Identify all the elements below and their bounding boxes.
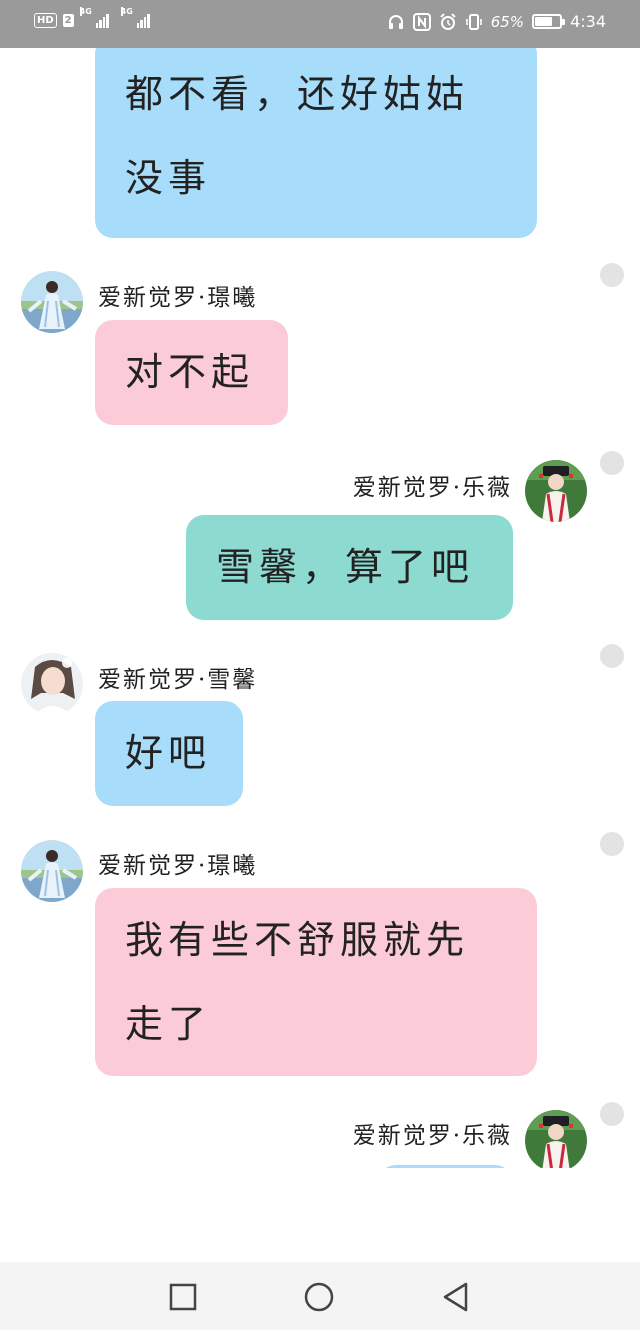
status-dot <box>600 263 624 287</box>
chat-message-list[interactable]: 都不看，还好姑姑 没事 爱新觉罗·璟曦 对不起 爱新觉罗·乐薇 雪馨，算了吧 爱… <box>0 48 640 1262</box>
back-triangle-icon <box>443 1282 468 1312</box>
status-dot <box>600 832 624 856</box>
message-text-line: 没事 <box>125 156 212 200</box>
recent-apps-button[interactable] <box>168 1282 198 1312</box>
battery-icon <box>532 14 566 29</box>
status-bar-right: 65% 4:34 <box>387 12 606 31</box>
nfc-icon <box>412 12 431 31</box>
back-button[interactable] <box>441 1282 471 1312</box>
status-bar: HD 2 4G 4G 65% 4:34 <box>0 0 640 48</box>
hd-badge: HD <box>34 12 57 28</box>
hanfu-woman-avatar-icon <box>21 271 83 333</box>
sim-number: 2 <box>62 13 74 27</box>
sender-name: 爱新觉罗·雪馨 <box>98 667 258 693</box>
message-bubble[interactable]: 我有些不舒服就先 走了 <box>95 888 537 1076</box>
avatar[interactable] <box>21 653 83 715</box>
message-bubble[interactable]: 都不看，还好姑姑 没事 <box>95 48 537 238</box>
square-icon <box>169 1283 197 1311</box>
status-dot <box>600 1102 624 1126</box>
message-bubble[interactable]: 对不起 <box>95 320 288 425</box>
sender-name: 爱新觉罗·乐薇 <box>352 1123 512 1149</box>
hanfu-woman-avatar-icon <box>21 840 83 902</box>
chat-bottom-mask <box>0 1168 640 1262</box>
message-bubble[interactable]: 好吧 <box>95 701 243 806</box>
home-button[interactable] <box>304 1282 334 1312</box>
status-dot <box>600 644 624 668</box>
qing-princess-avatar-icon <box>525 1110 587 1172</box>
message-text-line: 对不起 <box>125 350 255 394</box>
network-type-2: 4G <box>120 7 133 16</box>
status-dot <box>600 451 624 475</box>
avatar[interactable] <box>21 840 83 902</box>
avatar[interactable] <box>525 460 587 522</box>
message-text-line: 好吧 <box>125 731 212 775</box>
qing-princess-avatar-icon <box>525 460 587 522</box>
headphones-icon <box>387 13 405 31</box>
signal-icon-sim1: 4G <box>79 7 109 28</box>
message-text-line: 走了 <box>125 1002 212 1046</box>
sender-name: 爱新觉罗·乐薇 <box>352 475 512 501</box>
message-text-line: 雪馨，算了吧 <box>216 545 475 589</box>
signal-icon-sim2: 4G <box>120 7 150 28</box>
message-bubble[interactable]: 雪馨，算了吧 <box>186 515 513 620</box>
alarm-icon <box>439 12 457 31</box>
navigation-bar <box>0 1262 640 1330</box>
message-text-line: 我有些不舒服就先 <box>125 918 470 962</box>
message-text-line: 都不看，还好姑姑 <box>125 72 470 116</box>
vibrate-icon <box>465 13 483 31</box>
sender-name: 爱新觉罗·璟曦 <box>98 285 258 311</box>
status-bar-left: HD 2 4G 4G <box>34 7 150 28</box>
woman-portrait-avatar-icon <box>21 653 83 715</box>
battery-percent: 65% <box>490 12 525 31</box>
avatar[interactable] <box>525 1110 587 1172</box>
sender-name: 爱新觉罗·璟曦 <box>98 853 258 879</box>
avatar[interactable] <box>21 271 83 333</box>
network-type: 4G <box>79 7 92 16</box>
clock: 4:34 <box>570 12 606 31</box>
circle-icon <box>304 1282 334 1312</box>
